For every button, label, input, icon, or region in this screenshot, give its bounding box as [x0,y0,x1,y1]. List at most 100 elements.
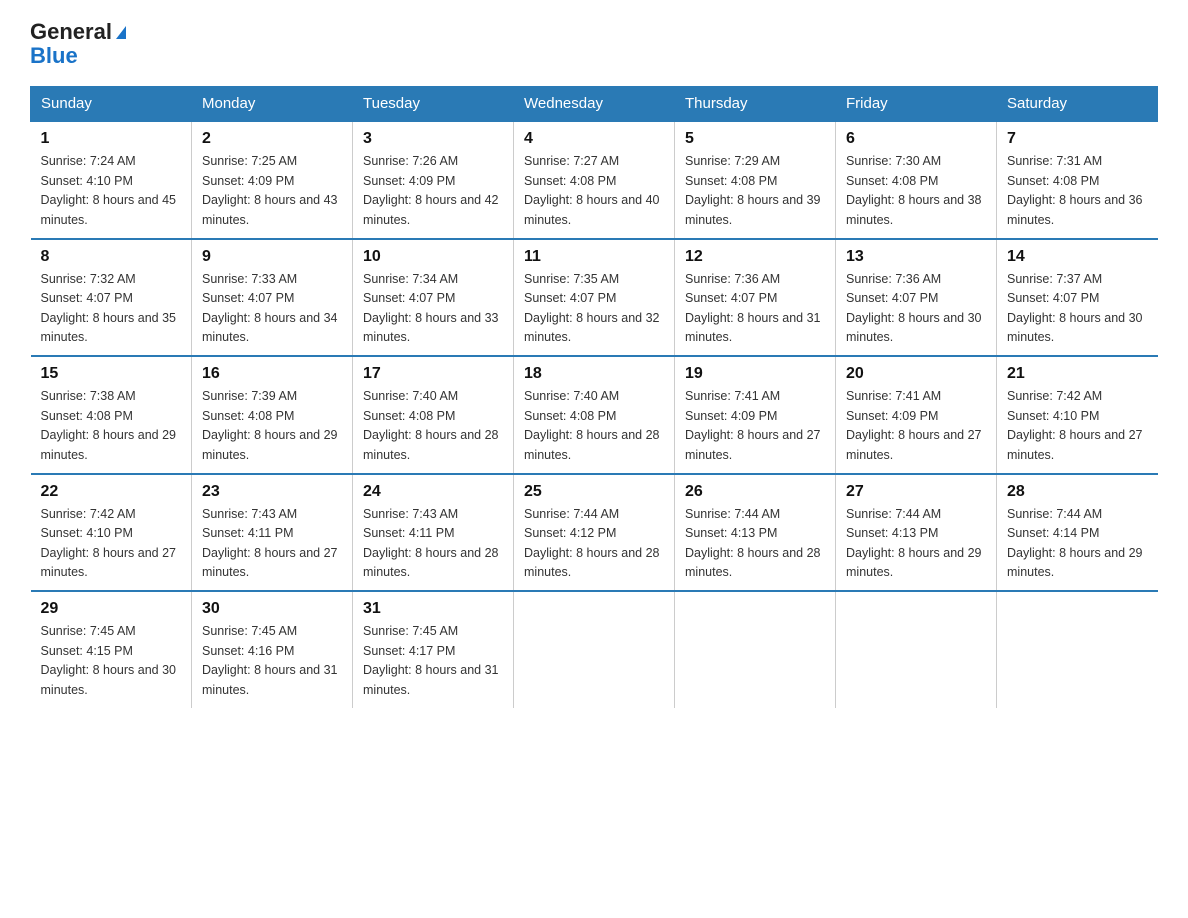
weekday-header-tuesday: Tuesday [353,87,514,122]
day-number: 30 [202,600,342,618]
day-number: 14 [1007,248,1148,266]
calendar-cell: 7 Sunrise: 7:31 AM Sunset: 4:08 PM Dayli… [997,121,1158,239]
calendar-cell: 1 Sunrise: 7:24 AM Sunset: 4:10 PM Dayli… [31,121,192,239]
calendar-cell: 27 Sunrise: 7:44 AM Sunset: 4:13 PM Dayl… [836,474,997,592]
weekday-header-thursday: Thursday [675,87,836,122]
calendar-cell [675,591,836,708]
calendar-cell: 25 Sunrise: 7:44 AM Sunset: 4:12 PM Dayl… [514,474,675,592]
calendar-cell [514,591,675,708]
day-info: Sunrise: 7:26 AM Sunset: 4:09 PM Dayligh… [363,152,503,230]
calendar-cell: 23 Sunrise: 7:43 AM Sunset: 4:11 PM Dayl… [192,474,353,592]
day-info: Sunrise: 7:43 AM Sunset: 4:11 PM Dayligh… [363,505,503,583]
day-info: Sunrise: 7:29 AM Sunset: 4:08 PM Dayligh… [685,152,825,230]
day-info: Sunrise: 7:30 AM Sunset: 4:08 PM Dayligh… [846,152,986,230]
calendar-cell: 13 Sunrise: 7:36 AM Sunset: 4:07 PM Dayl… [836,239,997,357]
day-number: 10 [363,248,503,266]
calendar-cell: 9 Sunrise: 7:33 AM Sunset: 4:07 PM Dayli… [192,239,353,357]
calendar-cell: 21 Sunrise: 7:42 AM Sunset: 4:10 PM Dayl… [997,356,1158,474]
day-number: 26 [685,483,825,501]
day-number: 18 [524,365,664,383]
calendar-cell: 11 Sunrise: 7:35 AM Sunset: 4:07 PM Dayl… [514,239,675,357]
calendar-cell: 8 Sunrise: 7:32 AM Sunset: 4:07 PM Dayli… [31,239,192,357]
calendar-cell: 24 Sunrise: 7:43 AM Sunset: 4:11 PM Dayl… [353,474,514,592]
day-info: Sunrise: 7:36 AM Sunset: 4:07 PM Dayligh… [846,270,986,348]
weekday-header-monday: Monday [192,87,353,122]
day-info: Sunrise: 7:35 AM Sunset: 4:07 PM Dayligh… [524,270,664,348]
day-number: 4 [524,130,664,148]
day-number: 16 [202,365,342,383]
calendar-cell: 16 Sunrise: 7:39 AM Sunset: 4:08 PM Dayl… [192,356,353,474]
weekday-header-friday: Friday [836,87,997,122]
page-header: General Blue [30,20,1158,68]
calendar-cell: 15 Sunrise: 7:38 AM Sunset: 4:08 PM Dayl… [31,356,192,474]
day-info: Sunrise: 7:37 AM Sunset: 4:07 PM Dayligh… [1007,270,1148,348]
day-number: 1 [41,130,182,148]
calendar-cell [997,591,1158,708]
day-info: Sunrise: 7:36 AM Sunset: 4:07 PM Dayligh… [685,270,825,348]
day-info: Sunrise: 7:31 AM Sunset: 4:08 PM Dayligh… [1007,152,1148,230]
weekday-header-saturday: Saturday [997,87,1158,122]
day-info: Sunrise: 7:39 AM Sunset: 4:08 PM Dayligh… [202,387,342,465]
day-info: Sunrise: 7:44 AM Sunset: 4:14 PM Dayligh… [1007,505,1148,583]
day-info: Sunrise: 7:45 AM Sunset: 4:16 PM Dayligh… [202,622,342,700]
day-info: Sunrise: 7:24 AM Sunset: 4:10 PM Dayligh… [41,152,182,230]
calendar-week-row: 29 Sunrise: 7:45 AM Sunset: 4:15 PM Dayl… [31,591,1158,708]
calendar-table: SundayMondayTuesdayWednesdayThursdayFrid… [30,86,1158,708]
calendar-cell: 22 Sunrise: 7:42 AM Sunset: 4:10 PM Dayl… [31,474,192,592]
day-number: 21 [1007,365,1148,383]
day-info: Sunrise: 7:45 AM Sunset: 4:15 PM Dayligh… [41,622,182,700]
day-number: 22 [41,483,182,501]
calendar-week-row: 15 Sunrise: 7:38 AM Sunset: 4:08 PM Dayl… [31,356,1158,474]
logo-blue: Blue [30,44,78,68]
calendar-cell: 10 Sunrise: 7:34 AM Sunset: 4:07 PM Dayl… [353,239,514,357]
calendar-cell: 3 Sunrise: 7:26 AM Sunset: 4:09 PM Dayli… [353,121,514,239]
calendar-cell: 19 Sunrise: 7:41 AM Sunset: 4:09 PM Dayl… [675,356,836,474]
day-info: Sunrise: 7:43 AM Sunset: 4:11 PM Dayligh… [202,505,342,583]
logo-triangle-icon [116,26,126,39]
day-number: 15 [41,365,182,383]
calendar-week-row: 8 Sunrise: 7:32 AM Sunset: 4:07 PM Dayli… [31,239,1158,357]
day-number: 24 [363,483,503,501]
day-number: 31 [363,600,503,618]
calendar-week-row: 22 Sunrise: 7:42 AM Sunset: 4:10 PM Dayl… [31,474,1158,592]
day-info: Sunrise: 7:44 AM Sunset: 4:12 PM Dayligh… [524,505,664,583]
calendar-cell: 12 Sunrise: 7:36 AM Sunset: 4:07 PM Dayl… [675,239,836,357]
day-number: 5 [685,130,825,148]
calendar-cell: 18 Sunrise: 7:40 AM Sunset: 4:08 PM Dayl… [514,356,675,474]
day-number: 13 [846,248,986,266]
day-info: Sunrise: 7:41 AM Sunset: 4:09 PM Dayligh… [685,387,825,465]
day-info: Sunrise: 7:27 AM Sunset: 4:08 PM Dayligh… [524,152,664,230]
calendar-cell: 6 Sunrise: 7:30 AM Sunset: 4:08 PM Dayli… [836,121,997,239]
weekday-header-sunday: Sunday [31,87,192,122]
day-info: Sunrise: 7:44 AM Sunset: 4:13 PM Dayligh… [685,505,825,583]
day-number: 6 [846,130,986,148]
day-info: Sunrise: 7:40 AM Sunset: 4:08 PM Dayligh… [363,387,503,465]
logo: General Blue [30,20,126,68]
calendar-cell: 14 Sunrise: 7:37 AM Sunset: 4:07 PM Dayl… [997,239,1158,357]
day-info: Sunrise: 7:33 AM Sunset: 4:07 PM Dayligh… [202,270,342,348]
day-number: 20 [846,365,986,383]
day-number: 23 [202,483,342,501]
calendar-cell [836,591,997,708]
logo-general: General [30,20,112,44]
day-info: Sunrise: 7:32 AM Sunset: 4:07 PM Dayligh… [41,270,182,348]
calendar-cell: 4 Sunrise: 7:27 AM Sunset: 4:08 PM Dayli… [514,121,675,239]
day-number: 7 [1007,130,1148,148]
calendar-cell: 2 Sunrise: 7:25 AM Sunset: 4:09 PM Dayli… [192,121,353,239]
day-number: 17 [363,365,503,383]
calendar-cell: 28 Sunrise: 7:44 AM Sunset: 4:14 PM Dayl… [997,474,1158,592]
day-info: Sunrise: 7:45 AM Sunset: 4:17 PM Dayligh… [363,622,503,700]
weekday-header-row: SundayMondayTuesdayWednesdayThursdayFrid… [31,87,1158,122]
day-number: 28 [1007,483,1148,501]
day-info: Sunrise: 7:42 AM Sunset: 4:10 PM Dayligh… [41,505,182,583]
day-info: Sunrise: 7:44 AM Sunset: 4:13 PM Dayligh… [846,505,986,583]
day-number: 3 [363,130,503,148]
calendar-cell: 5 Sunrise: 7:29 AM Sunset: 4:08 PM Dayli… [675,121,836,239]
calendar-cell: 20 Sunrise: 7:41 AM Sunset: 4:09 PM Dayl… [836,356,997,474]
day-number: 11 [524,248,664,266]
calendar-cell: 29 Sunrise: 7:45 AM Sunset: 4:15 PM Dayl… [31,591,192,708]
day-info: Sunrise: 7:41 AM Sunset: 4:09 PM Dayligh… [846,387,986,465]
calendar-cell: 30 Sunrise: 7:45 AM Sunset: 4:16 PM Dayl… [192,591,353,708]
calendar-cell: 26 Sunrise: 7:44 AM Sunset: 4:13 PM Dayl… [675,474,836,592]
day-number: 25 [524,483,664,501]
